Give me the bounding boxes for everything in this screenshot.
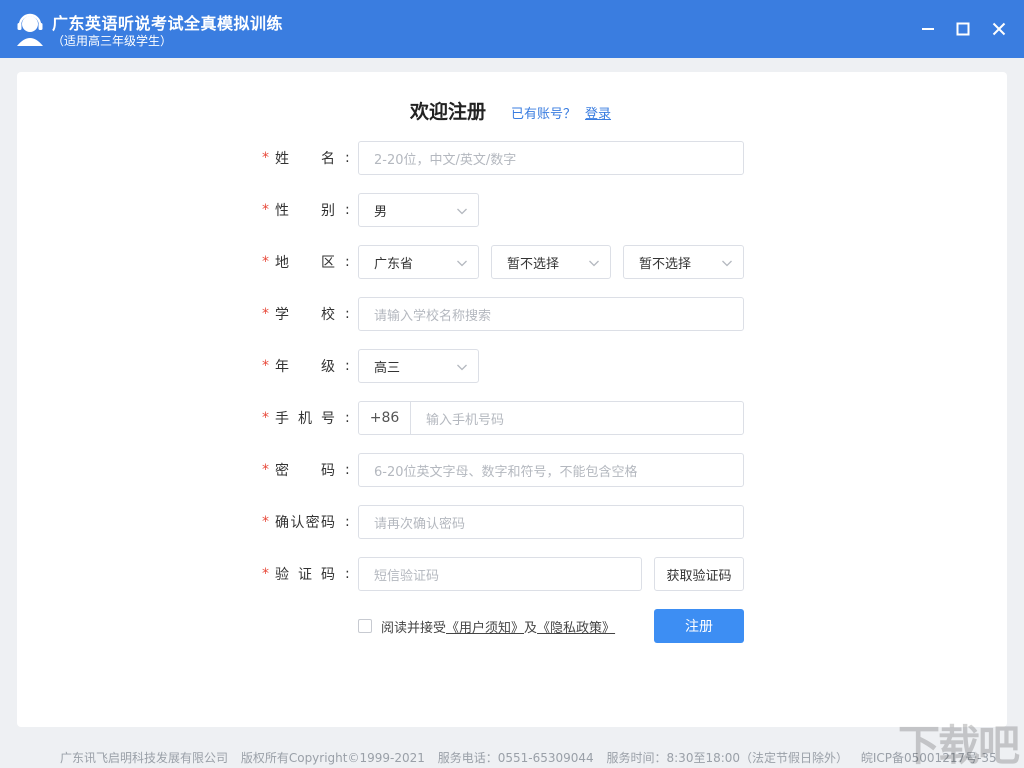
- have-account-hint: 已有账号？: [511, 103, 576, 122]
- footer-company: 广东讯飞启明科技发展有限公司: [60, 751, 228, 765]
- label-colon: :: [345, 462, 350, 478]
- maximize-button[interactable]: [950, 16, 976, 42]
- chevron-down-icon: [456, 205, 468, 217]
- district-select[interactable]: 暂不选择: [623, 245, 744, 279]
- district-value: 暂不选择: [639, 253, 691, 272]
- region-label: * 地区 :: [262, 245, 357, 279]
- required-mark: *: [262, 150, 269, 166]
- province-select[interactable]: 广东省: [358, 245, 479, 279]
- name-label-text: 姓名: [275, 148, 335, 168]
- province-value: 广东省: [374, 253, 413, 272]
- close-icon: [992, 22, 1006, 36]
- verification-code-label-text: 验证码: [275, 564, 335, 584]
- maximize-icon: [956, 22, 970, 36]
- privacy-link[interactable]: 《隐私政策》: [537, 621, 615, 636]
- register-button[interactable]: 注册: [654, 609, 744, 643]
- label-colon: :: [345, 202, 350, 218]
- grade-label-text: 年级: [275, 356, 335, 376]
- minimize-button[interactable]: [915, 16, 941, 42]
- grade-select[interactable]: 高三: [358, 349, 479, 383]
- school-label-text: 学校: [275, 304, 335, 324]
- confirm-password-label-text: 确认密码: [275, 512, 335, 532]
- phone-label: * 手机号 :: [262, 401, 357, 435]
- phone-label-text: 手机号: [275, 408, 335, 428]
- gender-select[interactable]: 男: [358, 193, 479, 227]
- agreement-and: 及: [524, 621, 537, 636]
- phone-input[interactable]: +86 输入手机号码: [358, 401, 744, 435]
- required-mark: *: [262, 566, 269, 582]
- login-link[interactable]: 登录: [585, 103, 611, 122]
- name-input[interactable]: 2-20位，中文/英文/数字: [358, 141, 744, 175]
- watermark-logo: 下载吧: [898, 712, 1018, 768]
- label-colon: :: [345, 566, 350, 582]
- city-select[interactable]: 暂不选择: [491, 245, 611, 279]
- footer-hours: 服务时间：8:30至18:00（法定节假日除外）: [607, 751, 849, 765]
- grade-value: 高三: [374, 357, 400, 376]
- required-mark: *: [262, 514, 269, 530]
- password-label-text: 密码: [275, 460, 335, 480]
- label-colon: :: [345, 306, 350, 322]
- get-code-button[interactable]: 获取验证码: [654, 557, 744, 591]
- chevron-down-icon: [721, 257, 733, 269]
- label-colon: :: [345, 358, 350, 374]
- sms-code-input[interactable]: 短信验证码: [358, 557, 642, 591]
- minimize-icon: [921, 22, 935, 36]
- headset-user-icon: [14, 12, 46, 46]
- chevron-down-icon: [456, 257, 468, 269]
- chevron-down-icon: [456, 361, 468, 373]
- app-title: 广东英语听说考试全真模拟训练: [52, 10, 283, 34]
- required-mark: *: [262, 410, 269, 426]
- label-colon: :: [345, 410, 350, 426]
- required-mark: *: [262, 462, 269, 478]
- confirm-password-input[interactable]: 请再次确认密码: [358, 505, 744, 539]
- verification-code-label: * 验证码 :: [262, 557, 357, 591]
- agreement-text: 阅读并接受《用户须知》及《隐私政策》: [381, 617, 615, 636]
- app-subtitle: （适用高三年级学生）: [52, 32, 172, 49]
- label-colon: :: [345, 514, 350, 530]
- chevron-down-icon: [588, 257, 600, 269]
- grade-label: * 年级 :: [262, 349, 357, 383]
- footer-copyright: 版权所有Copyright©1999-2021: [241, 751, 425, 765]
- gender-label-text: 性别: [275, 200, 335, 220]
- required-mark: *: [262, 358, 269, 374]
- footer-phone: 服务电话：0551-65309044: [438, 751, 594, 765]
- confirm-password-label: * 确认密码 :: [262, 505, 357, 539]
- city-value: 暂不选择: [507, 253, 559, 272]
- label-colon: :: [345, 150, 350, 166]
- required-mark: *: [262, 254, 269, 270]
- password-input[interactable]: 6-20位英文字母、数字和符号，不能包含空格: [358, 453, 744, 487]
- title-bar: 广东英语听说考试全真模拟训练 （适用高三年级学生）: [0, 0, 1024, 58]
- required-mark: *: [262, 202, 269, 218]
- label-colon: :: [345, 254, 350, 270]
- phone-placeholder: 输入手机号码: [426, 409, 504, 428]
- footer: 广东讯飞启明科技发展有限公司 版权所有Copyright©1999-2021 服…: [60, 749, 1006, 766]
- country-code-prefix: +86: [359, 402, 411, 434]
- school-search-input[interactable]: 请输入学校名称搜索: [358, 297, 744, 331]
- agreement-prefix: 阅读并接受: [381, 621, 446, 636]
- gender-label: * 性别 :: [262, 193, 357, 227]
- agreement-checkbox[interactable]: [358, 619, 372, 633]
- terms-link[interactable]: 《用户须知》: [446, 621, 524, 636]
- school-label: * 学校 :: [262, 297, 357, 331]
- gender-value: 男: [374, 201, 387, 220]
- name-label: * 姓名 :: [262, 141, 357, 175]
- page-title: 欢迎注册: [410, 97, 486, 124]
- close-button[interactable]: [986, 16, 1012, 42]
- required-mark: *: [262, 306, 269, 322]
- password-label: * 密码 :: [262, 453, 357, 487]
- region-label-text: 地区: [275, 252, 335, 272]
